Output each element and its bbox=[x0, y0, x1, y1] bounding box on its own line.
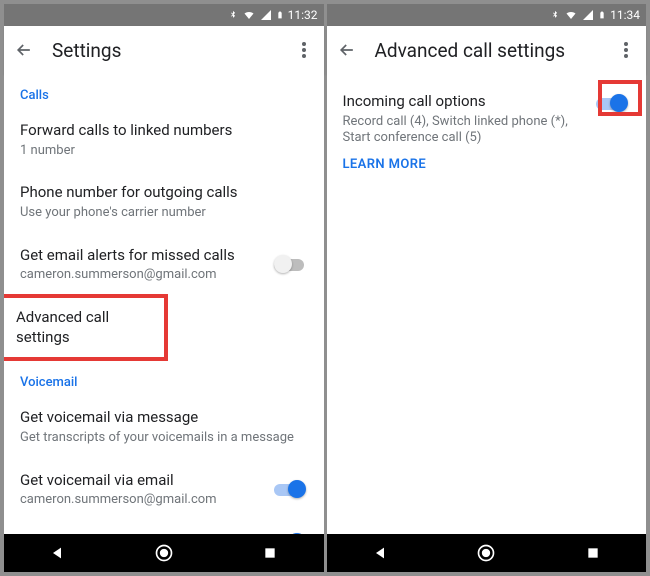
status-time: 11:34 bbox=[610, 8, 640, 22]
battery-icon bbox=[276, 9, 284, 21]
learn-more-link[interactable]: LEARN MORE bbox=[343, 157, 587, 172]
signal-icon bbox=[582, 9, 594, 21]
voicemail-notifications-item[interactable]: Voicemail notifications bbox=[4, 521, 324, 534]
item-subtitle: Record call (4), Switch linked phone (*)… bbox=[343, 114, 587, 148]
voicemail-notifications-toggle[interactable] bbox=[274, 533, 308, 534]
advanced-settings-list: Incoming call options Record call (4), S… bbox=[327, 74, 647, 534]
bluetooth-icon bbox=[550, 9, 560, 21]
navigation-bar bbox=[4, 534, 324, 572]
app-bar: Settings bbox=[4, 26, 324, 74]
signal-icon bbox=[260, 9, 272, 21]
page-title: Settings bbox=[52, 39, 276, 62]
advanced-call-settings-item[interactable]: Advanced call settings bbox=[4, 294, 168, 361]
item-title: Voicemail notifications bbox=[20, 533, 264, 534]
status-time: 11:32 bbox=[288, 8, 318, 22]
back-icon[interactable] bbox=[337, 40, 357, 60]
bluetooth-icon bbox=[228, 9, 238, 21]
left-screen: 11:32 Settings Calls Forward calls to li… bbox=[4, 4, 324, 572]
item-subtitle: Use your phone's carrier number bbox=[20, 205, 308, 222]
settings-list: Calls Forward calls to linked numbers 1 … bbox=[4, 74, 324, 534]
right-screen: 11:34 Advanced call settings Incoming ca… bbox=[327, 4, 647, 572]
status-bar: 11:32 bbox=[4, 4, 324, 26]
email-alerts-item[interactable]: Get email alerts for missed calls camero… bbox=[4, 234, 324, 296]
item-title: Incoming call options bbox=[343, 92, 587, 112]
item-subtitle: cameron.summerson@gmail.com bbox=[20, 267, 264, 284]
item-title: Get voicemail via email bbox=[20, 471, 264, 491]
nav-recent-icon[interactable] bbox=[259, 542, 281, 564]
status-bar: 11:34 bbox=[327, 4, 647, 26]
outgoing-number-item[interactable]: Phone number for outgoing calls Use your… bbox=[4, 171, 324, 233]
battery-icon bbox=[598, 9, 606, 21]
overflow-icon[interactable] bbox=[616, 42, 636, 58]
item-subtitle: Get transcripts of your voicemails in a … bbox=[20, 430, 308, 447]
email-alerts-toggle[interactable] bbox=[274, 255, 308, 275]
item-subtitle: 1 number bbox=[20, 143, 308, 160]
nav-recent-icon[interactable] bbox=[582, 542, 604, 564]
nav-home-icon[interactable] bbox=[153, 542, 175, 564]
app-bar: Advanced call settings bbox=[327, 26, 647, 74]
item-title: Get email alerts for missed calls bbox=[20, 246, 264, 266]
overflow-icon[interactable] bbox=[294, 42, 314, 58]
calls-section-header: Calls bbox=[4, 74, 324, 109]
voicemail-email-item[interactable]: Get voicemail via email cameron.summerso… bbox=[4, 459, 324, 521]
voicemail-email-toggle[interactable] bbox=[274, 480, 308, 500]
item-title: Phone number for outgoing calls bbox=[20, 183, 308, 203]
item-subtitle: cameron.summerson@gmail.com bbox=[20, 492, 264, 509]
wifi-icon bbox=[564, 9, 578, 21]
item-title: Get voicemail via message bbox=[20, 408, 308, 428]
item-title: Advanced call settings bbox=[16, 308, 152, 347]
incoming-call-options-item[interactable]: Incoming call options Record call (4), S… bbox=[327, 74, 647, 184]
item-title: Forward calls to linked numbers bbox=[20, 121, 308, 141]
wifi-icon bbox=[242, 9, 256, 21]
nav-back-icon[interactable] bbox=[369, 542, 391, 564]
back-icon[interactable] bbox=[14, 40, 34, 60]
voicemail-message-item[interactable]: Get voicemail via message Get transcript… bbox=[4, 396, 324, 458]
nav-home-icon[interactable] bbox=[475, 542, 497, 564]
highlight-box bbox=[598, 80, 642, 116]
voicemail-section-header: Voicemail bbox=[4, 361, 324, 396]
navigation-bar bbox=[327, 534, 647, 572]
page-title: Advanced call settings bbox=[375, 39, 599, 62]
forward-calls-item[interactable]: Forward calls to linked numbers 1 number bbox=[4, 109, 324, 171]
nav-back-icon[interactable] bbox=[46, 542, 68, 564]
